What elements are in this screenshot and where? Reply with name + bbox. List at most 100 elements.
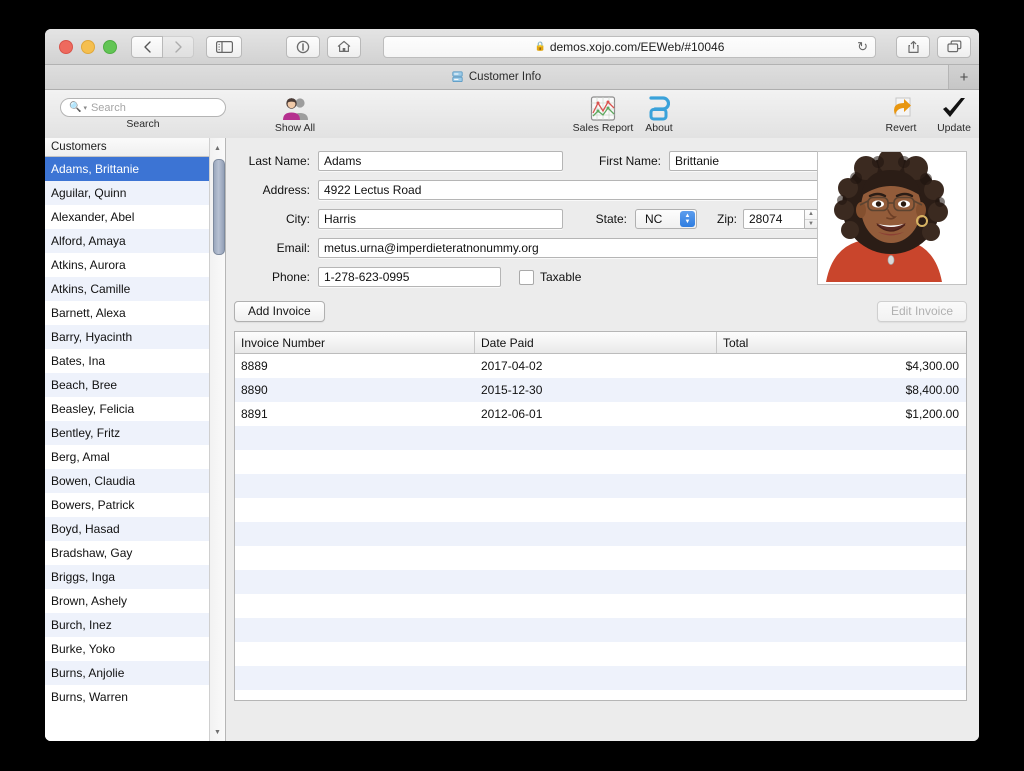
sidebar-item-label: Berg, Amal bbox=[51, 450, 110, 464]
table-row-empty[interactable] bbox=[235, 450, 966, 474]
invoice-actions: Add Invoice Edit Invoice bbox=[234, 300, 967, 322]
sidebar-item-15[interactable]: Boyd, Hasad bbox=[45, 517, 225, 541]
page-buttons bbox=[286, 35, 361, 58]
show-tabs-button[interactable] bbox=[937, 35, 971, 58]
sidebar-item-4[interactable]: Atkins, Aurora bbox=[45, 253, 225, 277]
reload-icon[interactable]: ↻ bbox=[857, 40, 868, 53]
tab-customer-info[interactable]: Customer Info bbox=[45, 65, 948, 89]
sidebar-item-0[interactable]: Adams, Brittanie bbox=[45, 157, 225, 181]
taxable-checkbox[interactable] bbox=[519, 269, 534, 285]
sidebar-item-13[interactable]: Bowen, Claudia bbox=[45, 469, 225, 493]
sidebar-item-5[interactable]: Atkins, Camille bbox=[45, 277, 225, 301]
back-arrow-icon bbox=[143, 40, 151, 53]
sidebar-item-21[interactable]: Burns, Anjolie bbox=[45, 661, 225, 685]
scroll-down-icon[interactable]: ▼ bbox=[210, 725, 225, 739]
sidebar-scrollbar[interactable]: ▲ ▼ bbox=[209, 138, 225, 741]
table-row-empty[interactable] bbox=[235, 690, 966, 700]
table-row-empty[interactable] bbox=[235, 498, 966, 522]
invoices-table-body: 8889 2017-04-02 $4,300.00 8890 2015-12-30 $8,… bbox=[235, 354, 966, 700]
sidebar-item-10[interactable]: Beasley, Felicia bbox=[45, 397, 225, 421]
show-tabs-icon bbox=[946, 40, 961, 53]
zip-field[interactable]: 28074 bbox=[743, 209, 805, 229]
sidebar-item-6[interactable]: Barnett, Alexa bbox=[45, 301, 225, 325]
sidebar-item-2[interactable]: Alexander, Abel bbox=[45, 205, 225, 229]
zip-label: Zip: bbox=[716, 212, 737, 226]
table-row-empty[interactable] bbox=[235, 546, 966, 570]
search-input[interactable]: 🔍 ▾ Search bbox=[60, 98, 226, 117]
edit-invoice-button[interactable]: Edit Invoice bbox=[876, 300, 967, 322]
table-row-empty[interactable] bbox=[235, 426, 966, 450]
table-row-empty[interactable] bbox=[235, 474, 966, 498]
table-row[interactable]: 8889 2017-04-02 $4,300.00 bbox=[235, 354, 966, 378]
table-row-empty[interactable] bbox=[235, 642, 966, 666]
last-name-field[interactable]: Adams bbox=[318, 151, 563, 171]
home-icon bbox=[337, 40, 351, 52]
sidebar-item-label: Adams, Brittanie bbox=[51, 162, 140, 176]
customer-portrait bbox=[818, 152, 964, 282]
sidebar-item-22[interactable]: Burns, Warren bbox=[45, 685, 225, 709]
new-tab-button[interactable]: + bbox=[948, 65, 979, 89]
sidebar-item-label: Burch, Inez bbox=[51, 618, 112, 632]
share-button[interactable] bbox=[896, 35, 930, 58]
sidebar-item-19[interactable]: Burch, Inez bbox=[45, 613, 225, 637]
table-row-empty[interactable] bbox=[235, 594, 966, 618]
sidebar-toggle-button[interactable] bbox=[206, 35, 242, 58]
url-text: demos.xojo.com/EEWeb/#10046 bbox=[549, 39, 725, 54]
sidebar-item-12[interactable]: Berg, Amal bbox=[45, 445, 225, 469]
close-window-button[interactable] bbox=[59, 39, 73, 54]
scrollbar-thumb[interactable] bbox=[212, 159, 225, 255]
sidebar-item-7[interactable]: Barry, Hyacinth bbox=[45, 325, 225, 349]
sidebar-item-17[interactable]: Briggs, Inga bbox=[45, 565, 225, 589]
table-row-empty[interactable] bbox=[235, 522, 966, 546]
sidebar-item-20[interactable]: Burke, Yoko bbox=[45, 637, 225, 661]
sidebar-item-16[interactable]: Bradshaw, Gay bbox=[45, 541, 225, 565]
update-button[interactable]: Update bbox=[923, 90, 979, 138]
city-field[interactable]: Harris bbox=[318, 209, 563, 229]
reader-button[interactable] bbox=[286, 35, 320, 58]
sidebar-item-3[interactable]: Alford, Amaya bbox=[45, 229, 225, 253]
show-all-button[interactable]: Show All bbox=[250, 90, 340, 138]
sidebar-item-9[interactable]: Beach, Bree bbox=[45, 373, 225, 397]
column-invoice-number[interactable]: Invoice Number bbox=[235, 332, 475, 353]
sidebar-item-label: Atkins, Aurora bbox=[51, 258, 126, 272]
state-value: NC bbox=[645, 212, 663, 226]
home-button[interactable] bbox=[327, 35, 361, 58]
column-total[interactable]: Total bbox=[717, 332, 966, 353]
phone-field[interactable]: 1-278-623-0995 bbox=[318, 267, 501, 287]
table-row-empty[interactable] bbox=[235, 570, 966, 594]
stepper-down-icon[interactable]: ▼ bbox=[805, 220, 817, 229]
tab-bar: Customer Info + bbox=[45, 65, 979, 90]
table-row-empty[interactable] bbox=[235, 618, 966, 642]
column-date-paid[interactable]: Date Paid bbox=[475, 332, 717, 353]
scroll-up-icon[interactable]: ▲ bbox=[210, 141, 225, 155]
email-field[interactable]: metus.urna@imperdieteratnonummy.org bbox=[318, 238, 874, 258]
sidebar-item-1[interactable]: Aguilar, Quinn bbox=[45, 181, 225, 205]
customers-list[interactable]: Adams, Brittanie Aguilar, Quinn Alexander,… bbox=[45, 157, 225, 741]
phone-label: Phone: bbox=[271, 270, 310, 284]
sidebar-item-label: Bentley, Fritz bbox=[51, 426, 121, 440]
navigation-buttons bbox=[131, 35, 194, 58]
address-bar[interactable]: 🔒 demos.xojo.com/EEWeb/#10046 ↻ bbox=[383, 35, 876, 58]
sidebar-item-8[interactable]: Bates, Ina bbox=[45, 349, 225, 373]
about-button[interactable]: About bbox=[623, 90, 695, 138]
sidebar-item-14[interactable]: Bowers, Patrick bbox=[45, 493, 225, 517]
cell-date-paid: 2012-06-01 bbox=[481, 407, 543, 421]
sidebar-item-label: Alford, Amaya bbox=[51, 234, 126, 248]
undo-arrow-icon bbox=[888, 95, 914, 121]
table-row[interactable]: 8890 2015-12-30 $8,400.00 bbox=[235, 378, 966, 402]
sidebar-item-label: Bowen, Claudia bbox=[51, 474, 136, 488]
add-invoice-button[interactable]: Add Invoice bbox=[234, 300, 325, 322]
address-field[interactable]: 4922 Lectus Road bbox=[318, 180, 874, 200]
maximize-window-button[interactable] bbox=[103, 39, 117, 54]
state-select[interactable]: NC ▲ ▼ bbox=[635, 209, 697, 229]
sidebar-item-18[interactable]: Brown, Ashely bbox=[45, 589, 225, 613]
stepper-up-icon[interactable]: ▲ bbox=[805, 210, 817, 220]
table-row[interactable]: 8891 2012-06-01 $1,200.00 bbox=[235, 402, 966, 426]
back-button[interactable] bbox=[131, 35, 163, 58]
cell-invoice-number: 8889 bbox=[241, 359, 268, 373]
sidebar-item-11[interactable]: Bentley, Fritz bbox=[45, 421, 225, 445]
cell-invoice-number: 8890 bbox=[241, 383, 268, 397]
minimize-window-button[interactable] bbox=[81, 39, 95, 54]
forward-button[interactable] bbox=[162, 35, 194, 58]
table-row-empty[interactable] bbox=[235, 666, 966, 690]
